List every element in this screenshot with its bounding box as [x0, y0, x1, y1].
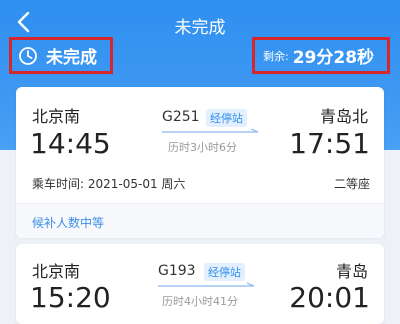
ticket-card[interactable]: 北京南 15:20 G193 经停站 历时4小时41分 青岛 20:01: [16, 244, 384, 324]
arrival-station: 青岛北: [319, 107, 368, 126]
arrow-right-icon: [162, 128, 259, 133]
departure-station: 北京南: [32, 107, 81, 126]
seat-class: 二等座: [333, 177, 370, 191]
stops-badge[interactable]: 经停站: [206, 109, 247, 127]
departure-time: 14:45: [30, 127, 111, 160]
countdown-value: 29分28秒: [292, 48, 375, 68]
status-indicator: 未完成: [9, 37, 113, 74]
train-number: G193: [158, 263, 196, 279]
departure-time: 15:20: [30, 281, 111, 314]
remaining-label: 剩余:: [263, 49, 289, 63]
travel-duration: 历时4小时41分: [162, 295, 238, 308]
remaining-time: 剩余: 29分28秒: [252, 37, 390, 74]
train-number: G251: [162, 109, 200, 125]
travel-duration: 历时3小时6分: [168, 141, 237, 154]
ticket-card[interactable]: 北京南 14:45 G251 经停站 历时3小时6分 青岛北 17:51 乘车时…: [16, 87, 384, 238]
arrow-right-icon: [158, 282, 255, 287]
arrival-time: 17:51: [289, 127, 370, 160]
status-row: 未完成 剩余: 29分28秒: [0, 36, 400, 80]
stops-badge[interactable]: 经停站: [204, 263, 245, 281]
page-title: 未完成: [174, 18, 226, 38]
queue-status: 候补人数中等: [16, 203, 384, 238]
arrival-station: 青岛: [335, 262, 368, 281]
queue-status-text: 候补人数中等: [32, 216, 105, 230]
departure-station: 北京南: [32, 262, 81, 281]
arrival-time: 20:01: [289, 281, 370, 314]
clock-icon: [19, 46, 37, 65]
travel-date: 乘车时间: 2021-05-01 周六: [32, 177, 186, 191]
status-label: 未完成: [46, 48, 97, 68]
